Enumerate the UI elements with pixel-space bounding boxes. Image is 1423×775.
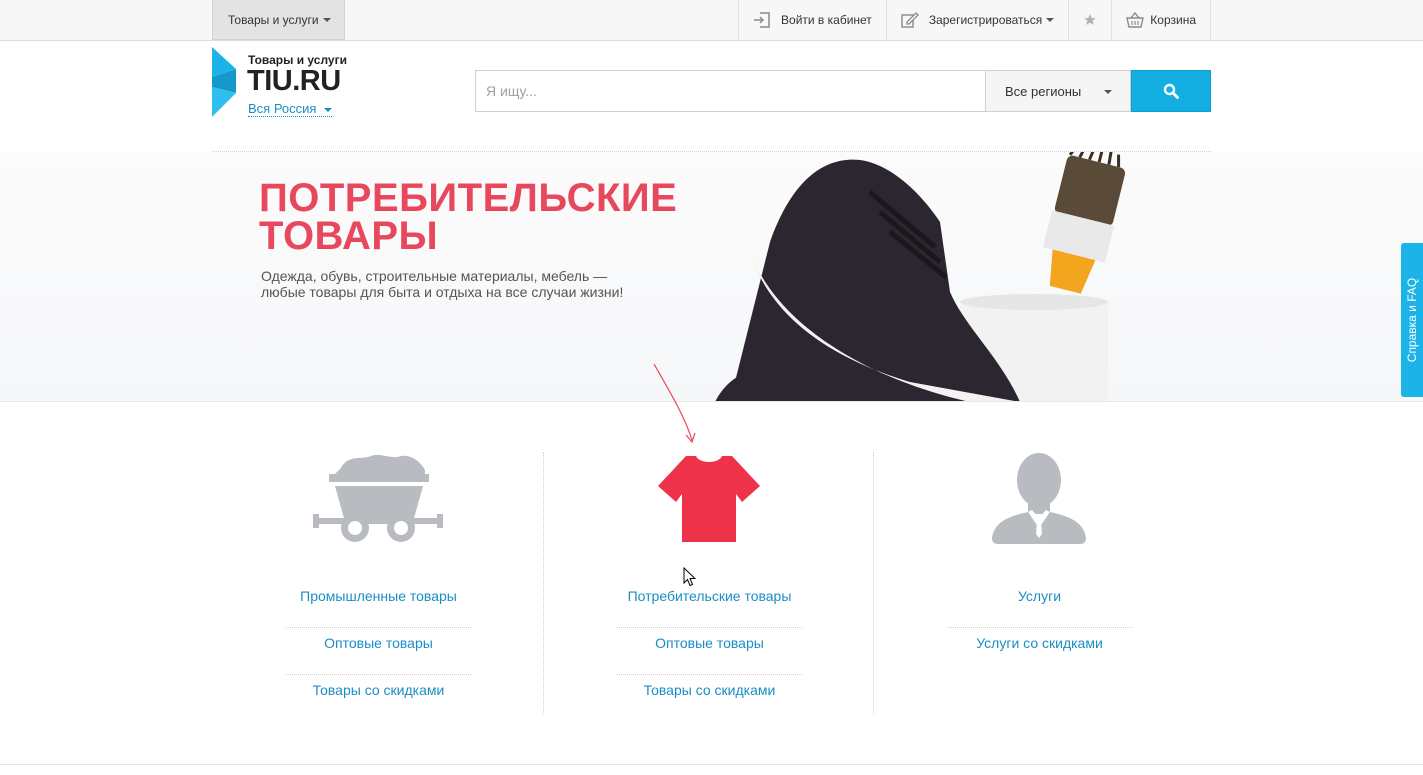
discount-goods-link[interactable]: Товары со скидками (617, 675, 802, 722)
register-label: Зарегистрироваться (928, 13, 1043, 27)
login-icon (754, 12, 770, 28)
search-bar: Все регионы (475, 70, 1211, 112)
help-faq-tab[interactable]: Справка и FAQ (1401, 243, 1423, 397)
mouse-cursor-icon (683, 567, 697, 587)
logo-mark-icon (212, 47, 236, 117)
edit-icon (901, 12, 919, 28)
consumer-goods-link[interactable]: Потребительские товары (617, 581, 802, 628)
category-industrial: Промышленные товары Оптовые товары Товар… (213, 452, 543, 714)
chevron-down-icon (1104, 90, 1112, 94)
banner-title-line2: ТОВАРЫ (259, 214, 439, 258)
discount-goods-link[interactable]: Товары со скидками (286, 675, 471, 722)
banner-text: Одежда, обувь, строительные материалы, м… (261, 268, 624, 300)
footer-divider (0, 764, 1423, 765)
wholesale-goods-link[interactable]: Оптовые товары (286, 628, 471, 675)
basket-icon (1126, 12, 1145, 28)
chevron-down-icon (322, 17, 331, 22)
category-services: Услуги Услуги со скидками (873, 452, 1203, 714)
discount-services-link[interactable]: Услуги со скидками (947, 628, 1132, 675)
search-icon (1163, 83, 1179, 99)
search-input[interactable] (475, 70, 986, 112)
register-dropdown[interactable]: Зарегистрироваться (885, 0, 1068, 40)
chevron-down-icon (324, 107, 333, 112)
tshirt-icon (658, 456, 760, 542)
sneaker-and-brush-image (715, 152, 1126, 401)
services-link[interactable]: Услуги (947, 581, 1132, 628)
banner-title: ПОТРЕБИТЕЛЬСКИЕ ТОВАРЫ (259, 176, 678, 258)
industrial-goods-link[interactable]: Промышленные товары (286, 581, 471, 628)
categories-dropdown-label: Товары и услуги (228, 12, 319, 27)
arrow-annotation (653, 363, 696, 444)
login-label: Войти в кабинет (781, 13, 872, 27)
region-label: Вся Россия (248, 101, 317, 116)
banner-title-line1: ПОТРЕБИТЕЛЬСКИЕ (259, 176, 678, 220)
search-button[interactable] (1131, 70, 1211, 112)
login-link[interactable]: Войти в кабинет (738, 0, 886, 40)
category-consumer: Потребительские товары Оптовые товары То… (543, 452, 873, 714)
top-bar: Товары и услуги Войти в кабинет Зарегист… (0, 0, 1423, 41)
promo-banner[interactable]: ПОТРЕБИТЕЛЬСКИЕ ТОВАРЫ Одежда, обувь, ст… (0, 152, 1423, 402)
logo-name: TIU.RU (247, 65, 341, 97)
region-selector[interactable]: Вся Россия (248, 101, 333, 117)
favorites-button[interactable] (1068, 0, 1111, 40)
help-faq-label: Справка и FAQ (1405, 277, 1419, 363)
search-region-value: Все регионы (1005, 83, 1082, 99)
person-icon (992, 453, 1086, 544)
chevron-down-icon (1046, 18, 1055, 22)
cart-link[interactable]: Корзина (1111, 0, 1211, 40)
categories-dropdown[interactable]: Товары и услуги (212, 0, 345, 40)
wholesale-goods-link[interactable]: Оптовые товары (617, 628, 802, 675)
site-logo[interactable]: Товары и услуги TIU.RU Вся Россия (212, 47, 357, 117)
mine-cart-icon (313, 454, 443, 542)
search-region-select[interactable]: Все регионы (985, 70, 1131, 112)
star-icon (1084, 14, 1097, 25)
cart-label: Корзина (1150, 13, 1196, 27)
